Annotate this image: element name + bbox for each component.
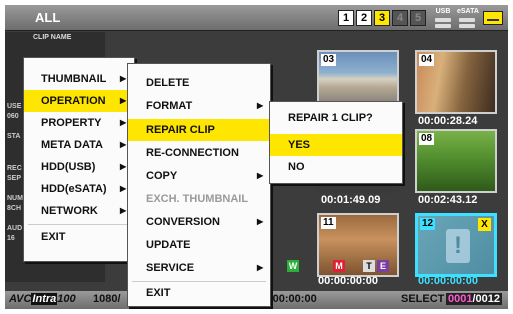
top-bar: ALL 1 2 3 4 5 USB eSATA bbox=[5, 5, 508, 31]
esata-drive-icon: eSATA bbox=[457, 8, 479, 28]
card-slot-2[interactable]: 2 bbox=[356, 10, 372, 26]
submenu-item-service[interactable]: SERVICE ▶ bbox=[128, 257, 270, 279]
clip-tag-e: E bbox=[377, 260, 389, 272]
submenu-item-copy[interactable]: COPY ▶ bbox=[128, 165, 270, 187]
clip-number: 08 bbox=[419, 133, 435, 145]
info-partial: 060 bbox=[7, 113, 19, 120]
info-partial: REC bbox=[7, 165, 22, 172]
timecode: :00:00:00 bbox=[269, 293, 317, 305]
info-partial: 16 bbox=[7, 235, 15, 242]
avc-intra-logo: AVCIntra100 bbox=[9, 293, 76, 305]
menu-item-network[interactable]: NETWORK ▶ bbox=[24, 200, 134, 222]
info-partial: AUD bbox=[7, 225, 23, 232]
menu-item-meta-data[interactable]: META DATA ▶ bbox=[24, 134, 134, 156]
menu-divider bbox=[28, 224, 130, 225]
clip-tag-m: M bbox=[333, 260, 345, 272]
menu-item-hdd-esata[interactable]: HDD(eSATA) ▶ bbox=[24, 178, 134, 200]
bad-clip-badge: X bbox=[478, 218, 491, 231]
menu-item-exit[interactable]: EXIT bbox=[24, 226, 134, 248]
video-format: 1080/ bbox=[93, 293, 121, 305]
card-slot-3[interactable]: 3 bbox=[374, 10, 390, 26]
clip-duration: 00:02:43.12 bbox=[418, 194, 478, 206]
confirm-question: REPAIR 1 CLIP? bbox=[288, 112, 373, 124]
submenu-item-delete[interactable]: DELETE bbox=[128, 72, 270, 94]
info-partial: STA bbox=[7, 133, 21, 140]
select-label: SELECT bbox=[401, 293, 445, 305]
warning-icon: ! bbox=[446, 229, 470, 263]
info-partial: SEP bbox=[7, 175, 22, 182]
menu-item-hdd-usb[interactable]: HDD(USB) ▶ bbox=[24, 156, 134, 178]
submenu-item-repair-clip[interactable]: REPAIR CLIP bbox=[128, 119, 270, 141]
clip-duration: 00:01:49.09 bbox=[321, 194, 381, 206]
clip-tag-w: W bbox=[287, 260, 299, 272]
clip-number: 11 bbox=[321, 217, 336, 229]
select-counter: 0001/0012 bbox=[446, 293, 503, 305]
main-menu: THUMBNAIL ▶ OPERATION ▶ PROPERTY ▶ META DAT… bbox=[23, 57, 135, 262]
clip-thumbnail[interactable]: 04 bbox=[415, 50, 497, 114]
submenu-item-exch-thumbnail: EXCH. THUMBNAIL bbox=[146, 193, 249, 205]
clip-number: 12 bbox=[420, 218, 436, 230]
card-slot-4[interactable]: 4 bbox=[392, 10, 408, 26]
card-slot-1[interactable]: 1 bbox=[338, 10, 354, 26]
clip-thumbnail-selected[interactable]: 12 X ! bbox=[415, 213, 497, 277]
clip-duration: 00:00:00:00 bbox=[418, 275, 478, 287]
view-title: ALL bbox=[35, 10, 61, 25]
confirm-no-option[interactable]: NO bbox=[270, 156, 402, 178]
submenu-item-format[interactable]: FORMAT ▶ bbox=[128, 95, 270, 117]
clip-number: 04 bbox=[419, 54, 435, 66]
clip-thumbnail[interactable]: 08 bbox=[415, 129, 497, 193]
submenu-item-conversion[interactable]: CONVERSION ▶ bbox=[128, 211, 270, 233]
clip-duration: 00:00:00:00 bbox=[318, 275, 378, 287]
submenu-item-update[interactable]: UPDATE bbox=[128, 234, 270, 256]
usb-drive-icon: USB bbox=[433, 8, 453, 28]
clip-duration: 00:00:28.24 bbox=[418, 115, 478, 127]
clip-tag-t: T bbox=[363, 260, 375, 272]
screen: ALL 1 2 3 4 5 USB eSATA CLIP NAME USE 06… bbox=[5, 5, 508, 309]
confirm-yes-option[interactable]: YES bbox=[270, 134, 402, 156]
info-partial: NUM bbox=[7, 195, 23, 202]
card-slot-5[interactable]: 5 bbox=[410, 10, 426, 26]
repair-confirm-dialog: REPAIR 1 CLIP? YES NO bbox=[269, 101, 403, 184]
menu-item-operation[interactable]: OPERATION ▶ bbox=[24, 90, 134, 112]
menu-item-property[interactable]: PROPERTY ▶ bbox=[24, 112, 134, 134]
submenu-item-re-connection[interactable]: RE-CONNECTION bbox=[128, 142, 270, 164]
battery-icon bbox=[483, 11, 503, 25]
clip-number: 03 bbox=[321, 54, 337, 66]
info-partial: USE bbox=[7, 103, 22, 110]
operation-submenu: DELETE FORMAT ▶ REPAIR CLIP RE-CONNECTION… bbox=[127, 63, 271, 307]
submenu-item-exit[interactable]: EXIT bbox=[128, 282, 270, 304]
clip-name-header: CLIP NAME bbox=[33, 34, 72, 41]
menu-item-thumbnail[interactable]: THUMBNAIL ▶ bbox=[24, 68, 134, 90]
info-partial: 8CH bbox=[7, 205, 22, 212]
clip-thumbnail[interactable]: 11 M T E bbox=[317, 213, 399, 277]
